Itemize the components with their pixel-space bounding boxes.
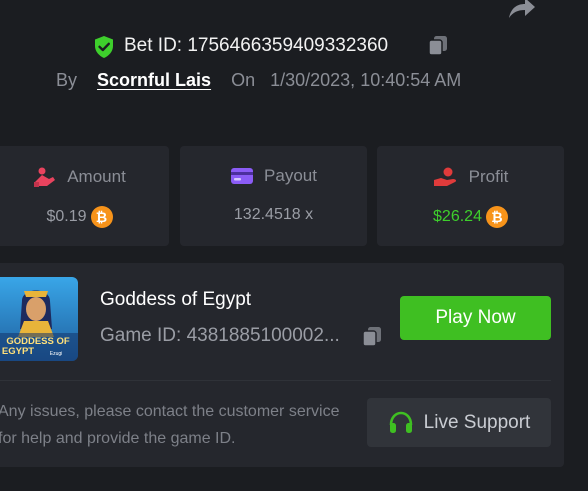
headset-icon	[389, 411, 412, 433]
game-id: Game ID: 4381885100002...	[100, 325, 340, 346]
payout-icon	[231, 168, 254, 184]
support-notice: Any issues, please contact the customer …	[0, 403, 340, 447]
copy-icon[interactable]	[361, 325, 383, 347]
payout-value: 132.4518 x	[233, 206, 314, 223]
payout-card: Payout 132.4518 x	[180, 146, 367, 246]
verified-shield-icon	[95, 36, 113, 58]
game-thumbnail[interactable]: GODDESS OF EGYPT Ezugi	[0, 277, 78, 361]
amount-card: Amount $0.19 ₿	[0, 146, 169, 246]
amount-label: Amount	[67, 167, 126, 186]
profit-value: $26.24	[433, 208, 482, 225]
live-support-label: Live Support	[423, 411, 531, 433]
bitcoin-icon: ₿	[90, 206, 113, 228]
user-link[interactable]: Scornful Lais	[97, 70, 211, 90]
amount-icon	[34, 167, 56, 187]
by-label: By	[56, 70, 78, 90]
on-label: On	[231, 70, 256, 90]
bet-datetime: 1/30/2023, 10:40:54 AM	[270, 70, 462, 90]
copy-icon[interactable]	[427, 34, 449, 56]
profit-label: Profit	[468, 167, 509, 186]
payout-label: Payout	[264, 166, 317, 185]
amount-value: $0.19	[46, 208, 87, 225]
thumb-title-line2: EGYPT	[2, 346, 34, 357]
play-now-button[interactable]: Play Now	[400, 296, 551, 340]
divider	[0, 380, 551, 381]
game-title: Goddess of Egypt	[100, 289, 252, 310]
bet-meta: By Scornful Lais On 1/30/2023, 10:40:54 …	[56, 70, 461, 91]
live-support-button[interactable]: Live Support	[367, 398, 551, 447]
share-icon[interactable]	[505, 0, 537, 20]
bet-id: Bet ID: 1756466359409332360	[124, 35, 389, 56]
thumb-brand: Ezugi	[50, 351, 63, 357]
bitcoin-icon: ₿	[485, 206, 508, 228]
profit-icon	[433, 167, 456, 186]
profit-card: Profit $26.24 ₿	[377, 146, 564, 246]
